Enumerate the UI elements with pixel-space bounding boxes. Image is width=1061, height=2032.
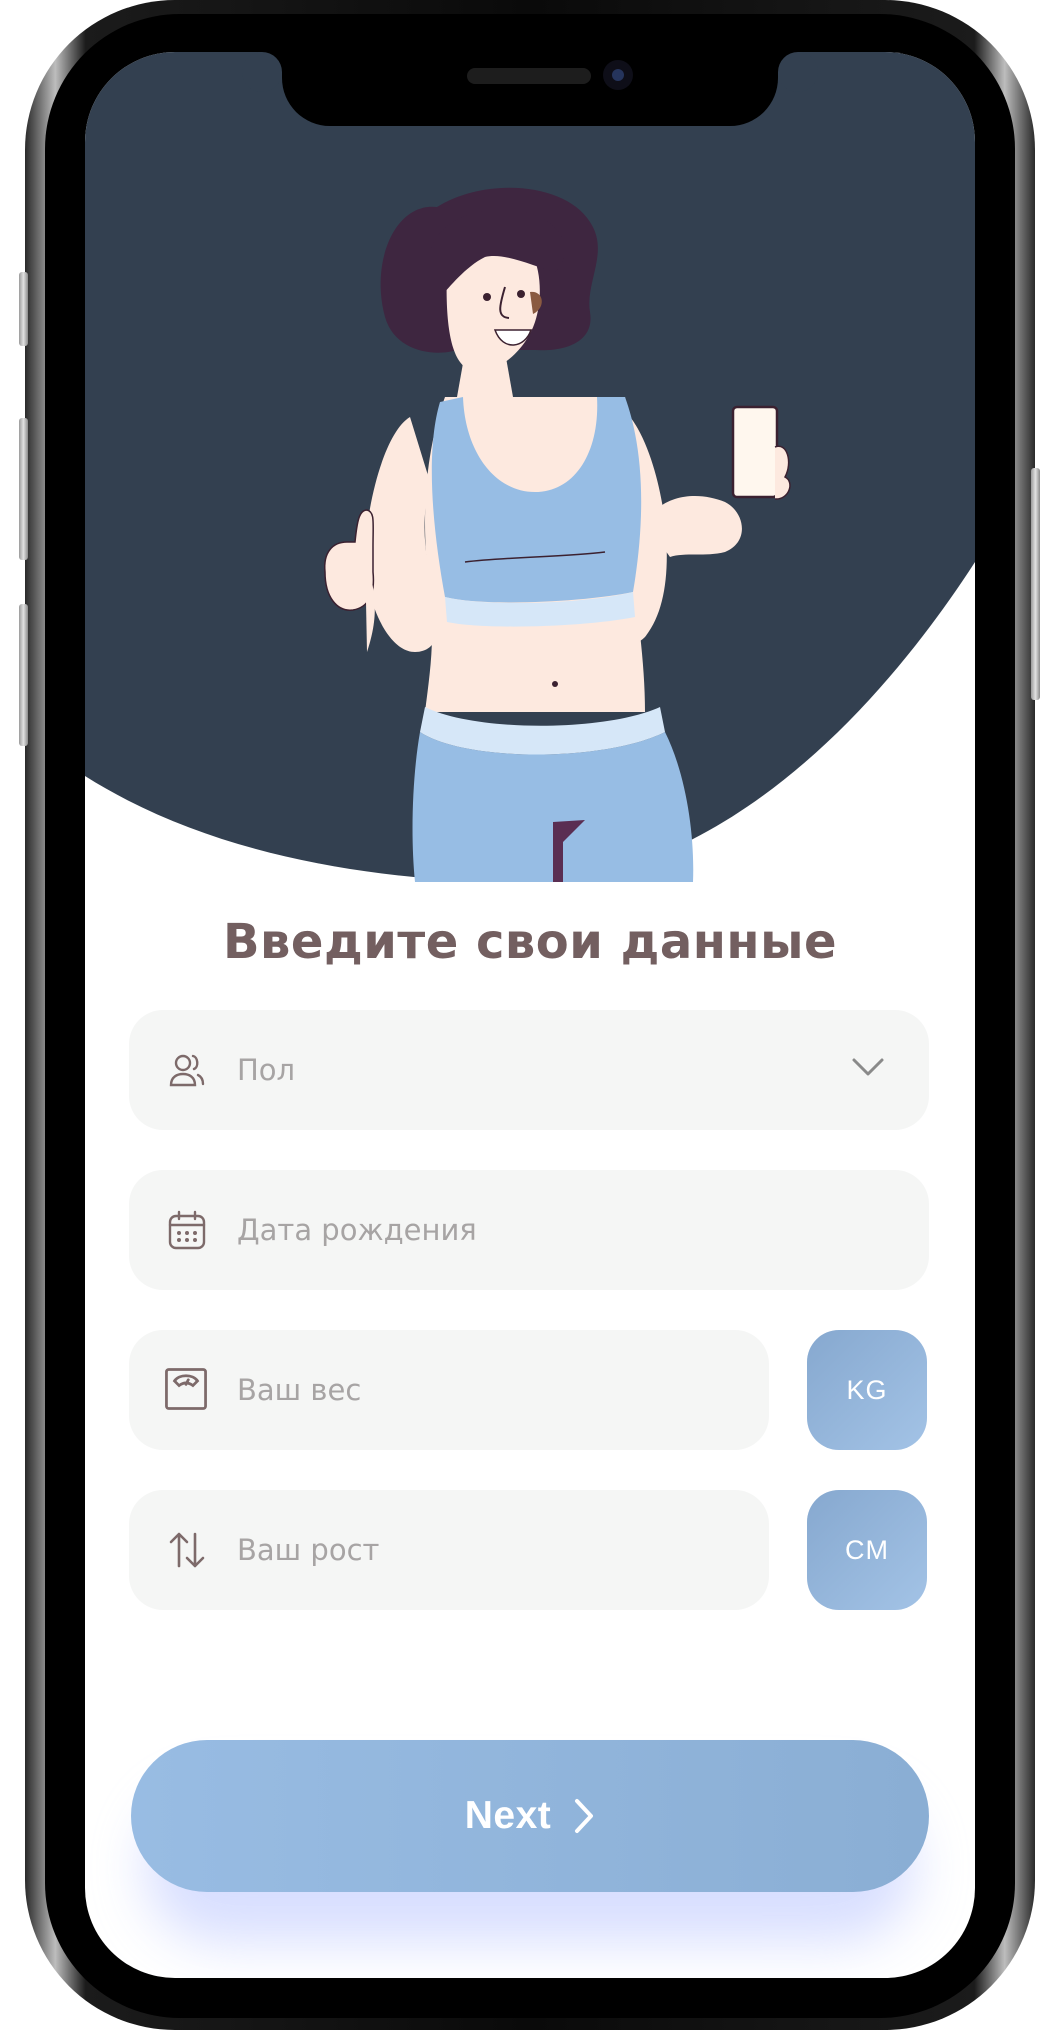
phone-notch: [242, 52, 818, 126]
held-phone: [731, 405, 779, 499]
gender-select[interactable]: Пол: [129, 1010, 929, 1130]
phone-silent-switch: [19, 272, 28, 346]
next-button[interactable]: Next: [131, 1740, 929, 1892]
weight-field[interactable]: Ваш вес: [129, 1330, 769, 1450]
calendar-icon: [168, 1210, 206, 1250]
app-screen: Введите свои данные Пол Дата рождения Ва…: [85, 52, 975, 1978]
users-icon: [169, 1054, 205, 1087]
height-placeholder: Ваш рост: [237, 1533, 380, 1567]
front-camera: [603, 60, 633, 90]
height-unit-button[interactable]: CM: [807, 1490, 927, 1610]
next-button-label: Next: [464, 1794, 552, 1837]
arrows-up-down-icon: [169, 1532, 205, 1568]
phone-volume-up-button: [19, 418, 28, 560]
earpiece-speaker: [467, 68, 591, 84]
phone-volume-down-button: [19, 604, 28, 746]
phone-power-button: [1031, 468, 1040, 700]
birthdate-placeholder: Дата рождения: [237, 1213, 477, 1247]
weight-placeholder: Ваш вес: [237, 1373, 362, 1407]
weight-unit-button[interactable]: KG: [807, 1330, 927, 1450]
hero-illustration: [85, 52, 975, 882]
gender-placeholder: Пол: [237, 1053, 296, 1087]
chevron-right-icon: [575, 1799, 594, 1833]
scale-icon: [165, 1368, 207, 1410]
chevron-down-icon[interactable]: [851, 1056, 885, 1078]
page-title: Введите свои данные: [222, 914, 838, 970]
height-field[interactable]: Ваш рост: [129, 1490, 769, 1610]
birthdate-field[interactable]: Дата рождения: [129, 1170, 929, 1290]
